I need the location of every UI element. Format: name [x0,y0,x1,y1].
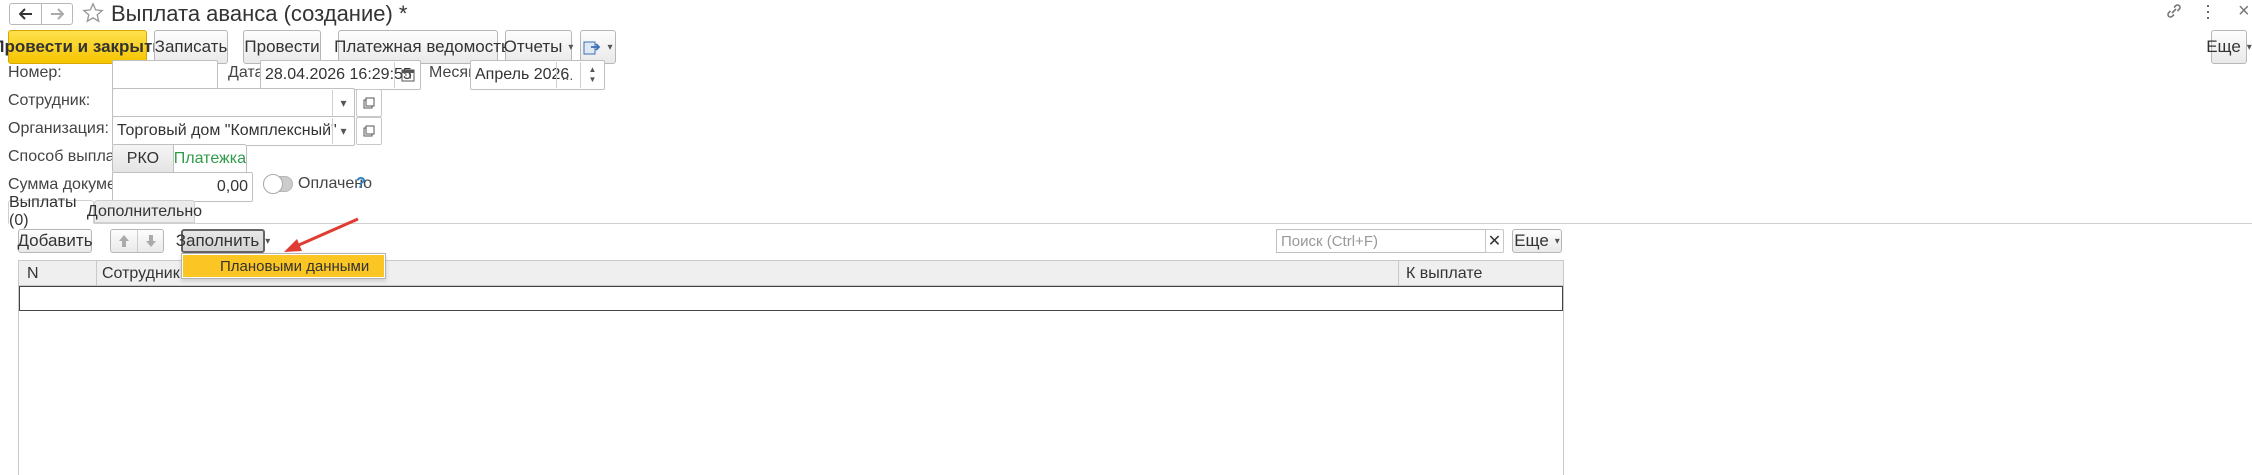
payment-sheet-label: Платежная ведомость [334,37,510,56]
col-divider [96,261,97,286]
dropdown-icon: ▾ [1554,235,1560,247]
calendar-button[interactable] [394,62,420,88]
close-icon[interactable]: × [2238,0,2250,23]
table-row[interactable] [19,286,1563,311]
fill-menu: Плановыми данными [181,253,386,279]
more-label: Еще [2206,37,2241,56]
number-field[interactable] [112,60,218,90]
month-field[interactable]: Апрель 2026 ... ▲ ▼ [470,60,605,90]
calendar-icon [401,69,414,82]
month-select-button[interactable]: ... [556,62,578,88]
link-icon[interactable] [2166,3,2182,19]
more-button[interactable]: Еще ▾ [2206,30,2252,64]
col-to-pay[interactable]: К выплате [1406,265,1482,283]
dropdown-icon: ▾ [265,235,271,247]
down-arrow-icon [145,235,156,247]
move-down-button[interactable] [138,230,163,252]
payments-table: N Сотрудник К выплате [18,260,1564,475]
move-buttons [110,229,164,253]
reports-button[interactable]: Отчеты ▾ [503,30,574,64]
payment-sheet-button[interactable]: Платежная ведомость [334,30,510,64]
fill-menu-item-planned[interactable]: Плановыми данными [183,255,384,277]
employee-dropdown-button[interactable]: ▾ [332,90,354,116]
payment-method-rko[interactable]: РКО [113,145,174,173]
org-label: Организация: [8,120,109,137]
search-input[interactable]: Поиск (Ctrl+F) [1276,229,1486,253]
col-n[interactable]: N [27,265,39,283]
table-more-label: Еще [1514,231,1549,250]
org-value: Торговый дом "Комплексный" [117,122,337,139]
dropdown-icon: ▾ [568,41,574,53]
back-button[interactable] [10,4,42,24]
tab-additional[interactable]: Дополнительно [87,200,202,223]
org-open-button[interactable] [356,117,382,145]
star-icon[interactable] [82,2,104,24]
search-placeholder: Поиск (Ctrl+F) [1281,232,1378,250]
employee-field[interactable]: ▾ [112,88,355,118]
down-arrow-icon[interactable]: ▼ [589,75,597,85]
sum-value: 0,00 [216,178,248,195]
paid-toggle[interactable] [263,174,293,194]
export-icon [583,41,601,55]
back-arrow-icon [18,8,32,20]
fill-button[interactable]: Заполнить ▾ [176,229,270,253]
employee-label: Сотрудник: [8,92,91,109]
dropdown-icon: ▾ [340,96,347,110]
dropdown-icon: ▾ [2246,41,2252,53]
help-icon[interactable]: ? [356,175,366,193]
date-field[interactable]: 28.04.2026 16:29:55 [260,60,421,90]
col-employee[interactable]: Сотрудник [102,265,180,283]
open-icon [363,97,375,109]
search-clear-button[interactable]: ✕ [1485,229,1504,253]
payment-method-switch: РКО Платежка [112,144,247,174]
employee-open-button[interactable] [356,89,382,117]
reports-label: Отчеты [503,37,563,56]
number-label: Номер: [8,64,62,81]
forward-arrow-icon [51,8,64,20]
toggle-icon [263,174,283,194]
move-up-button[interactable] [111,230,138,252]
up-arrow-icon [119,235,129,247]
annotation-arrow-icon [284,217,359,252]
export-button[interactable]: ▾ [580,30,616,64]
post-button[interactable]: Провести [243,30,321,64]
dropdown-icon: ▾ [607,41,613,53]
kebab-icon[interactable]: · · · [2205,0,2211,26]
open-icon [363,125,375,137]
window-title: Выплата аванса (создание) * [111,1,408,26]
up-arrow-icon[interactable]: ▲ [589,65,597,75]
org-field[interactable]: Торговый дом "Комплексный" ▾ [112,116,355,146]
forward-button[interactable] [42,4,72,24]
dropdown-icon: ▾ [340,124,347,138]
col-divider [1398,261,1399,286]
org-dropdown-button[interactable]: ▾ [332,118,354,144]
payment-method-platezhka[interactable]: Платежка [173,145,246,173]
date-value: 28.04.2026 16:29:55 [265,66,412,83]
table-more-button[interactable]: Еще ▾ [1512,229,1562,253]
month-stepper[interactable]: ▲ ▼ [580,62,604,88]
post-and-close-button[interactable]: Провести и закрыть [0,30,163,64]
sum-field[interactable]: 0,00 [112,172,253,202]
fill-label: Заполнить [175,231,260,250]
save-button[interactable]: Записать [154,30,228,64]
clear-icon: ✕ [1487,233,1502,250]
tab-payments[interactable]: Выплаты (0) [8,194,94,229]
nav-buttons [9,3,73,25]
add-button[interactable]: Добавить [17,229,93,253]
